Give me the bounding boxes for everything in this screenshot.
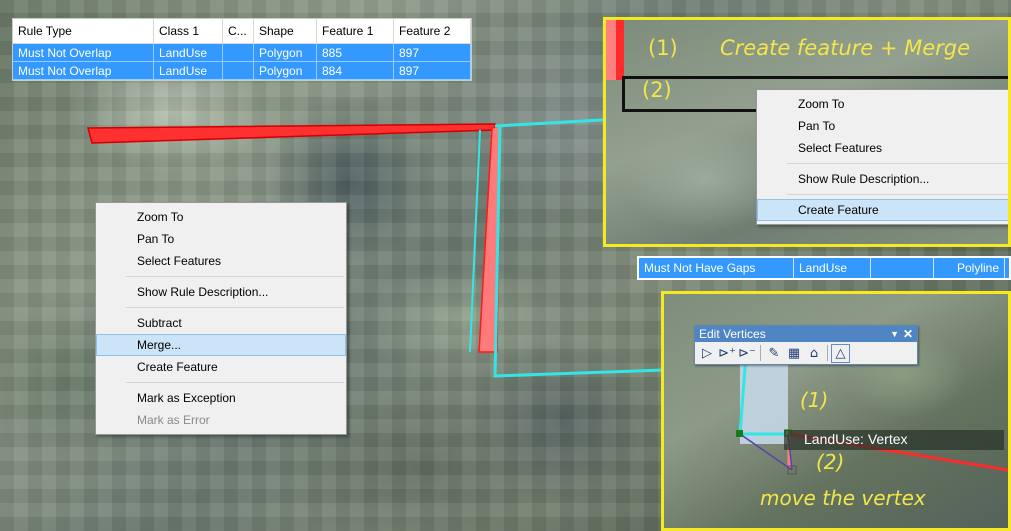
trace-icon[interactable]: ▦ [784, 343, 804, 363]
sketch-pencil-icon[interactable]: ✎ [764, 343, 784, 363]
cell-feature-1: 885 [316, 43, 394, 62]
menu-item-zoom-to[interactable]: Zoom To [96, 206, 346, 228]
cell-shape: Polygon [253, 43, 317, 62]
toolbar-separator [827, 345, 828, 361]
col-class-1[interactable]: Class 1 [153, 19, 223, 44]
table-row[interactable]: Must Not Overlap LandUse Polygon 884 897 [13, 61, 471, 80]
menu-item-pan-to[interactable]: Pan To [757, 115, 1008, 137]
cell-rule-type: Must Not Have Gaps [639, 258, 794, 278]
cell-feature-1: 884 [316, 61, 394, 80]
menu-item-create-feature[interactable]: Create Feature [96, 356, 346, 378]
col-rule-type[interactable]: Rule Type [13, 19, 154, 44]
select-arrow-icon[interactable]: ▷ [697, 343, 717, 363]
table-row[interactable]: Must Not Overlap LandUse Polygon 885 897 [13, 43, 471, 62]
step-1-number: (1) [800, 388, 829, 412]
cell-class-1: LandUse [794, 258, 871, 278]
landuse-boundary [494, 117, 621, 128]
step-1-caption: Create feature + Merge [720, 36, 971, 60]
cell-shape: Polygon [253, 61, 317, 80]
menu-item-create-feature[interactable]: Create Feature [757, 199, 1008, 221]
toolbar-title: Edit Vertices [699, 327, 766, 341]
menu-item-merge[interactable]: Merge... [96, 334, 346, 356]
cell-rule-type: Must Not Overlap [13, 43, 154, 62]
overlap-error-sliver-top [87, 123, 496, 144]
error-sliver [606, 20, 616, 80]
menu-separator [787, 163, 1008, 164]
inset-create-feature: (1) Create feature + Merge (2) Zoom To P… [603, 17, 1011, 247]
col-feature-1[interactable]: Feature 1 [316, 19, 394, 44]
cell-class-2 [222, 43, 254, 62]
delete-vertex-icon[interactable]: ⊳⁻ [737, 343, 757, 363]
col-class-2[interactable]: C... [222, 19, 254, 44]
step-caption: move the vertex [760, 486, 926, 510]
table-header-row: Rule Type Class 1 C... Shape Feature 1 F… [13, 19, 471, 44]
add-vertex-icon[interactable]: ⊳⁺ [717, 343, 737, 363]
landuse-boundary [738, 353, 748, 435]
close-icon[interactable]: ✕ [903, 326, 913, 342]
cell-shape: Polyline [934, 258, 1005, 278]
menu-item-subtract[interactable]: Subtract [96, 312, 346, 334]
menu-item-mark-as-exception[interactable]: Mark as Exception [96, 387, 346, 409]
toolbar-dropdown-icon[interactable]: ▼ [890, 326, 899, 342]
error-sliver [616, 20, 624, 80]
cell-class-1: LandUse [153, 61, 223, 80]
cell-rule-type: Must Not Overlap [13, 61, 154, 80]
col-feature-2[interactable]: Feature 2 [393, 19, 471, 44]
edit-vertices-toolbar: Edit Vertices ▼ ✕ ▷ ⊳⁺ ⊳⁻ ✎ ▦ ⌂ △ [694, 325, 918, 365]
gaps-error-row[interactable]: Must Not Have Gaps LandUse Polyline [637, 256, 1011, 280]
menu-separator [126, 307, 344, 308]
cell-class-2 [871, 258, 934, 278]
col-shape[interactable]: Shape [253, 19, 317, 44]
toolbar-title-bar[interactable]: Edit Vertices ▼ ✕ [695, 326, 917, 342]
finish-sketch-icon[interactable]: △ [831, 343, 850, 363]
menu-separator [126, 382, 344, 383]
step-2-number: (2) [816, 450, 845, 474]
toolbar-separator [760, 345, 761, 361]
step-2-number: (2) [642, 78, 672, 102]
inset-move-vertex: LandUse: Vertex (1) (2) move the vertex … [661, 291, 1011, 531]
menu-separator [787, 194, 1008, 195]
menu-item-show-rule-description[interactable]: Show Rule Description... [96, 281, 346, 303]
menu-separator [126, 276, 344, 277]
menu-item-mark-as-error: Mark as Error [137, 413, 210, 427]
menu-item-select-features[interactable]: Select Features [96, 250, 346, 272]
cell-class-1: LandUse [153, 43, 223, 62]
vertex-handle [736, 430, 743, 437]
reshape-icon[interactable]: ⌂ [804, 343, 824, 363]
cell-class-2 [222, 61, 254, 80]
error-inspector-table: Rule Type Class 1 C... Shape Feature 1 F… [12, 18, 472, 81]
menu-item-pan-to[interactable]: Pan To [96, 228, 346, 250]
landuse-boundary [469, 129, 481, 353]
toolbar-buttons: ▷ ⊳⁺ ⊳⁻ ✎ ▦ ⌂ △ [695, 342, 917, 364]
step-1-number: (1) [648, 36, 678, 60]
cell-feature-2: 897 [393, 43, 471, 62]
inset-context-menu: Zoom To Pan To Select Features Show Rule… [756, 89, 1008, 225]
menu-item-select-features[interactable]: Select Features [757, 137, 1008, 159]
menu-item-zoom-to[interactable]: Zoom To [757, 93, 1008, 115]
error-context-menu: Zoom To Pan To Select Features Show Rule… [95, 202, 347, 435]
cell-feature-2: 897 [393, 61, 471, 80]
menu-item-show-rule-description[interactable]: Show Rule Description... [757, 168, 1008, 190]
vertex-snap-tip: LandUse: Vertex [804, 431, 908, 447]
